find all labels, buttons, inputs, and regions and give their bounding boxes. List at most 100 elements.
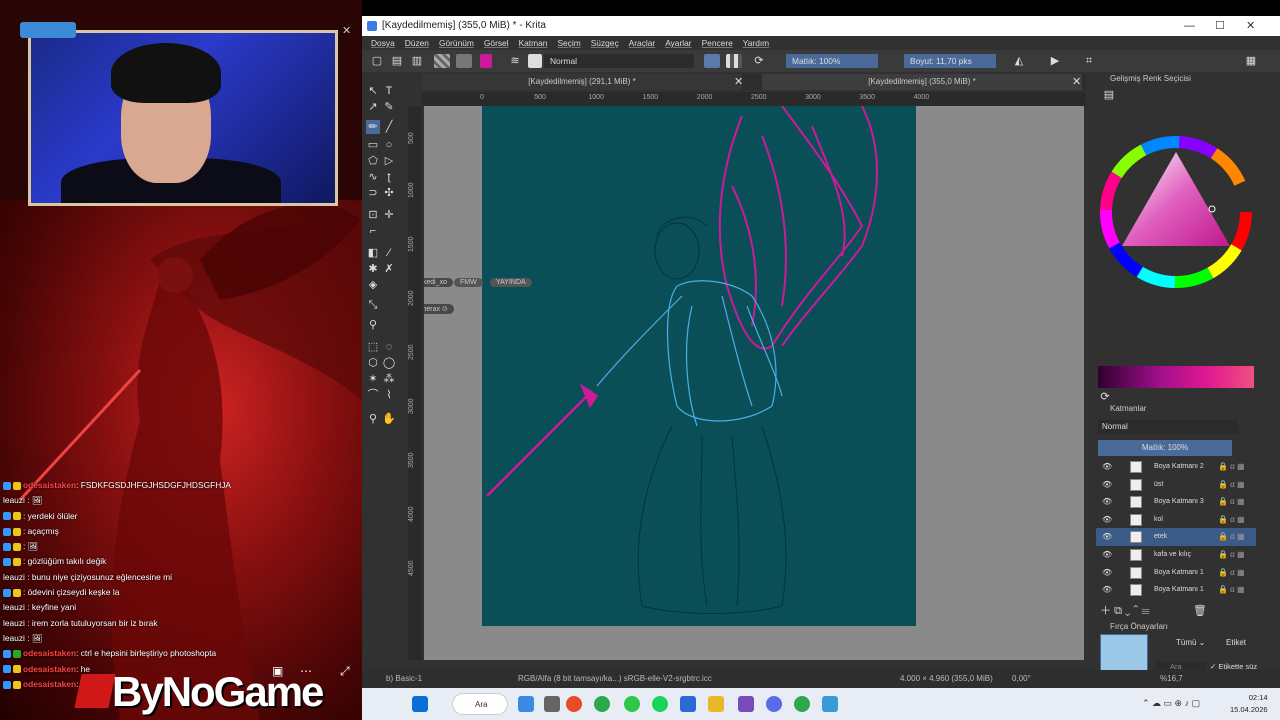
text-tool-icon[interactable]: T — [382, 84, 396, 98]
krita-icon[interactable] — [738, 696, 754, 712]
blend-mode-select[interactable]: Normal — [544, 54, 694, 68]
explorer-icon[interactable] — [708, 696, 724, 712]
reference-tool-icon[interactable]: ⚲ — [366, 318, 380, 332]
move-icon[interactable]: ✛ — [382, 208, 396, 222]
new-file-icon[interactable]: ▢ — [370, 54, 384, 68]
spotify-icon[interactable] — [652, 696, 668, 712]
dynamic-brush-icon[interactable]: ⊃ — [366, 186, 380, 200]
chat-username[interactable]: odesaistaken — [23, 480, 76, 490]
visibility-eye-icon[interactable]: 👁 — [1102, 581, 1112, 599]
app-icon[interactable] — [822, 696, 838, 712]
layer-row[interactable]: 👁 Boya Katmanı 3 🔒 α ▦ — [1096, 493, 1256, 511]
status-zoom[interactable]: %16,7 — [1160, 670, 1183, 688]
menu-item-2[interactable]: Görünüm — [439, 38, 474, 48]
menu-item-10[interactable]: Yardım — [743, 38, 769, 48]
bezier-tool-icon[interactable]: ∿ — [366, 170, 380, 184]
visibility-eye-icon[interactable]: 👁 — [1102, 546, 1112, 564]
mirror-vertical-icon[interactable]: ▶ — [1048, 54, 1062, 68]
menu-item-6[interactable]: Süzgeç — [591, 38, 619, 48]
polygon-tool-icon[interactable]: ⬠ — [366, 154, 380, 168]
brush-preset-icon[interactable] — [528, 54, 542, 68]
whatsapp-icon[interactable] — [624, 696, 640, 712]
eraser-mode-icon[interactable] — [704, 54, 720, 68]
maximize-button[interactable]: ☐ — [1215, 16, 1225, 36]
ellipse-select-icon[interactable]: ◌ — [382, 340, 396, 354]
preserve-alpha-icon[interactable] — [726, 54, 742, 68]
delete-layer-icon[interactable]: 🗑 — [1193, 605, 1207, 617]
chat-username[interactable]: odesaistaken — [23, 648, 76, 658]
widgets-icon[interactable] — [518, 696, 534, 712]
color-history-strip[interactable] — [1098, 366, 1254, 388]
menu-item-5[interactable]: Seçim — [557, 38, 580, 48]
layer-lock-icon[interactable]: 🔒 α ▦ — [1218, 511, 1245, 529]
pan-icon[interactable]: ✋ — [382, 412, 396, 426]
transform-icon[interactable]: ⊡ — [366, 208, 380, 222]
menu-item-7[interactable]: Araçlar — [629, 38, 656, 48]
freehand-path-icon[interactable]: ʈ — [382, 170, 396, 184]
canvas-area[interactable]: coolkedi_xo FMW YAYINDA wacherax ⊙ — [424, 106, 1084, 660]
polyline-tool-icon[interactable]: ▷ — [382, 154, 396, 168]
gradient-icon[interactable] — [434, 54, 450, 68]
layer-menu-icon[interactable]: ☰ — [1142, 605, 1150, 617]
contiguous-select-icon[interactable]: ✶ — [366, 372, 380, 386]
close-icon[interactable]: ✕ — [342, 24, 351, 37]
select-shape-icon[interactable]: ↖ — [366, 84, 380, 98]
layer-blend-select[interactable]: Normal — [1098, 420, 1238, 434]
menu-item-8[interactable]: Ayarlar — [665, 38, 691, 48]
discord-icon[interactable] — [766, 696, 782, 712]
outline-select-icon[interactable]: ◯ — [382, 356, 396, 370]
visibility-eye-icon[interactable]: 👁 — [1102, 511, 1112, 529]
fill-tool-icon[interactable]: ◈ — [366, 278, 380, 292]
layer-row[interactable]: 👁 kol 🔒 α ▦ — [1096, 511, 1256, 529]
layer-row[interactable]: 👁 kafa ve kılıç 🔒 α ▦ — [1096, 546, 1256, 564]
layer-lock-icon[interactable]: 🔒 α ▦ — [1218, 564, 1245, 582]
layer-row[interactable]: 👁 Boya Katmanı 2 🔒 α ▦ — [1096, 458, 1256, 476]
visibility-eye-icon[interactable]: 👁 — [1102, 564, 1112, 582]
add-layer-icon[interactable]: ＋ — [1100, 605, 1111, 617]
layer-row[interactable]: 👁 Boya Katmanı 1 🔒 α ▦ — [1096, 581, 1256, 599]
visibility-eye-icon[interactable]: 👁 — [1102, 458, 1112, 476]
opacity-slider[interactable]: Matlık: 100% — [786, 54, 878, 68]
gradient-tool-icon[interactable]: ◧ — [366, 246, 380, 260]
task-view-icon[interactable] — [544, 696, 560, 712]
mail-icon[interactable] — [680, 696, 696, 712]
menu-item-4[interactable]: Katman — [519, 38, 548, 48]
ellipse-tool-icon[interactable]: ○ — [382, 138, 396, 152]
firefox-icon[interactable] — [566, 696, 582, 712]
layer-lock-icon[interactable]: 🔒 α ▦ — [1218, 493, 1245, 511]
minimize-button[interactable]: — — [1184, 16, 1195, 36]
rect-select-icon[interactable]: ⬚ — [366, 340, 380, 354]
tab-close-icon[interactable]: ✕ — [1072, 74, 1081, 90]
duplicate-layer-icon[interactable]: ⧉ — [1114, 605, 1122, 617]
layer-row[interactable]: 👁 üst 🔒 α ▦ — [1096, 476, 1256, 494]
chrome-2-icon[interactable] — [794, 696, 810, 712]
fullscreen-icon[interactable]: ⤢ — [340, 664, 350, 679]
menu-item-9[interactable]: Pencere — [702, 38, 733, 48]
brush-filter-select[interactable]: Tümü ⌄ — [1176, 638, 1205, 647]
foreground-color-swatch[interactable] — [480, 54, 492, 68]
layer-lock-icon[interactable]: 🔒 α ▦ — [1218, 528, 1245, 546]
zoom-icon[interactable]: ⚲ — [366, 412, 380, 426]
multibrush-icon[interactable]: ✣ — [382, 186, 396, 200]
polygon-select-icon[interactable]: ⬡ — [366, 356, 380, 370]
move-down-icon[interactable]: ⌄ — [1125, 605, 1130, 617]
tab-document-1[interactable]: [Kaydedilmemiş] (291,1 MiB) * — [422, 74, 742, 90]
bezier-select-icon[interactable]: ⌒ — [366, 388, 380, 402]
layer-opacity-slider[interactable]: Matlık: 100% — [1098, 440, 1232, 456]
layer-row[interactable]: 👁 etek 🔒 α ▦ — [1096, 528, 1256, 546]
freehand-brush-icon[interactable]: ✏ — [366, 120, 380, 134]
mirror-horizontal-icon[interactable]: ◭ — [1012, 54, 1026, 68]
edit-shape-icon[interactable]: ↗ — [366, 100, 380, 114]
taskbar-clock[interactable]: 02:14 15.04.2026 — [1230, 692, 1268, 716]
pattern-icon[interactable] — [456, 54, 472, 68]
layer-lock-icon[interactable]: 🔒 α ▦ — [1218, 546, 1245, 564]
layer-lock-icon[interactable]: 🔒 α ▦ — [1218, 458, 1245, 476]
color-picker-icon[interactable]: ⁄ — [382, 246, 396, 260]
tray-icons[interactable]: ⌃ ☁ ▭ ⊕ ♪ ▢ — [1142, 698, 1200, 709]
brush-settings-icon[interactable]: ≋ — [508, 54, 522, 68]
assistant-tool-icon[interactable]: ✗ — [382, 262, 396, 276]
document-canvas[interactable] — [482, 106, 916, 626]
crop-icon[interactable]: ⌐ — [366, 224, 380, 238]
start-icon[interactable] — [412, 696, 428, 712]
layer-row[interactable]: 👁 Boya Katmanı 1 🔒 α ▦ — [1096, 564, 1256, 582]
